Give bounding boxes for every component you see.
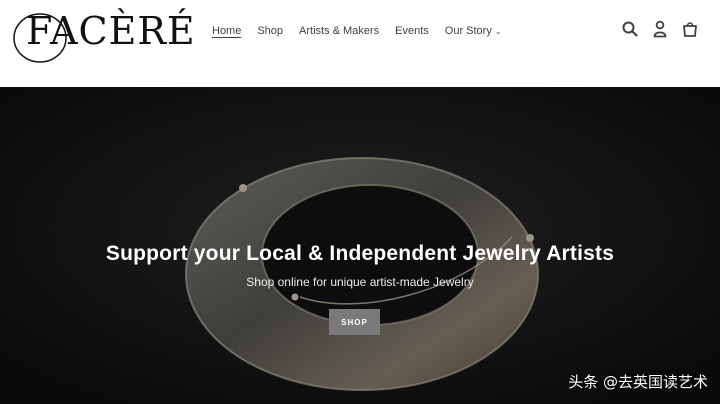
- hero-subtitle: Shop online for unique artist-made Jewel…: [246, 275, 474, 289]
- nav-item-events[interactable]: Events: [395, 24, 429, 38]
- hero-title: Support your Local & Independent Jewelry…: [105, 242, 615, 265]
- nav-item-our-story[interactable]: Our Story ⌄: [445, 24, 502, 39]
- account-icon[interactable]: [652, 20, 668, 38]
- site-header: FACÈRÉ Home Shop Artists & Makers Events…: [0, 0, 720, 87]
- brand-logo[interactable]: FACÈRÉ: [12, 4, 195, 68]
- main-nav: Home Shop Artists & Makers Events Our St…: [212, 23, 518, 39]
- watermark-text: 头条 @去英国读艺术: [568, 373, 708, 391]
- nav-item-artists-makers[interactable]: Artists & Makers: [299, 24, 379, 38]
- hero-banner: Support your Local & Independent Jewelry…: [0, 87, 720, 404]
- logo-text: FACÈRÉ: [26, 9, 196, 53]
- nav-item-home[interactable]: Home: [212, 24, 241, 38]
- search-icon[interactable]: [622, 20, 638, 38]
- nav-item-shop[interactable]: Shop: [257, 24, 283, 38]
- shop-button[interactable]: SHOP: [329, 309, 380, 335]
- chevron-down-icon: ⌄: [494, 26, 502, 36]
- cart-icon[interactable]: [682, 20, 698, 38]
- header-icons: [622, 20, 698, 38]
- nav-item-our-story-label: Our Story: [444, 24, 492, 37]
